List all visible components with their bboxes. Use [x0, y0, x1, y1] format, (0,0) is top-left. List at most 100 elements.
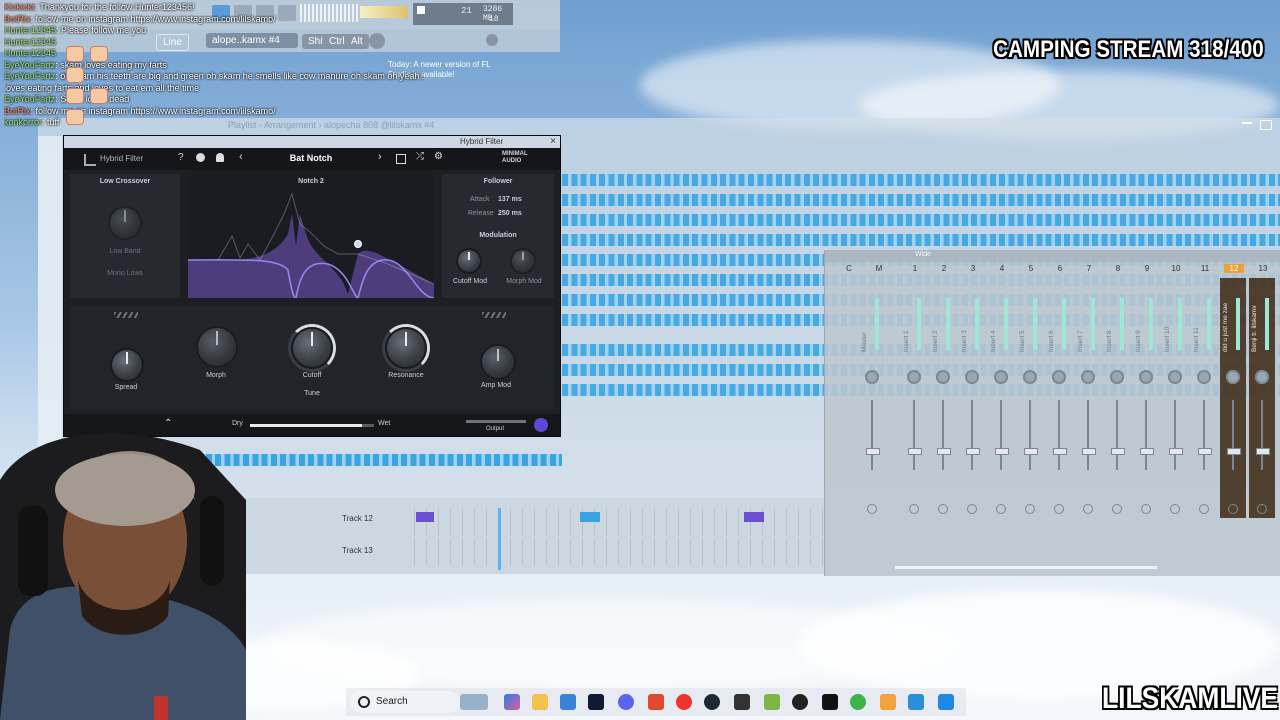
pan-knob[interactable]: [1052, 370, 1066, 384]
mixer-strip-name[interactable]: did u just me zae: [1222, 292, 1244, 352]
chat-username[interactable]: konkorror: [4, 117, 42, 127]
channel-number[interactable]: 3: [963, 264, 983, 273]
mixer-strip-name[interactable]: Insert 3: [961, 292, 983, 352]
channel-number[interactable]: 2: [934, 264, 954, 273]
mixer-header[interactable]: Wide: [825, 250, 1280, 262]
low-band-knob[interactable]: [110, 208, 140, 238]
pan-knob[interactable]: [1197, 370, 1211, 384]
fx-slot-icon[interactable]: [1257, 504, 1267, 514]
fader-handle[interactable]: [1053, 448, 1067, 455]
channel-number[interactable]: 6: [1050, 264, 1070, 273]
store-icon[interactable]: [560, 694, 576, 710]
audio-clip[interactable]: [580, 512, 600, 522]
pan-knob[interactable]: [965, 370, 979, 384]
volume-fader[interactable]: [1087, 400, 1089, 470]
volume-fader[interactable]: [1000, 400, 1002, 470]
playlist-close-icon[interactable]: [1260, 120, 1272, 130]
mixer-strip-name[interactable]: Insert 9: [1135, 292, 1157, 352]
fader-handle[interactable]: [908, 448, 922, 455]
fx-slot-icon[interactable]: [967, 504, 977, 514]
cutoff-knob[interactable]: [293, 329, 331, 367]
fader-handle[interactable]: [937, 448, 951, 455]
dry-wet-slider[interactable]: [250, 424, 374, 427]
pan-knob[interactable]: [1081, 370, 1095, 384]
app-icon[interactable]: [792, 694, 808, 710]
tune-label[interactable]: Tune: [284, 390, 340, 397]
output-slider[interactable]: [466, 420, 526, 423]
spread-knob[interactable]: [112, 350, 142, 380]
channel-number[interactable]: 12: [1224, 264, 1244, 273]
mixer-strip-name[interactable]: Insert 5: [1019, 292, 1041, 352]
fx-slot-icon[interactable]: [909, 504, 919, 514]
volume-fader[interactable]: [1116, 400, 1118, 470]
app-icon[interactable]: [734, 694, 750, 710]
volume-fader[interactable]: [1029, 400, 1031, 470]
chat-username[interactable]: EyeYouFartz: [4, 94, 55, 104]
news-close-icon[interactable]: [486, 34, 498, 46]
fx-slot-icon[interactable]: [1083, 504, 1093, 514]
app-icon[interactable]: [764, 694, 780, 710]
morph-mod-knob[interactable]: [512, 250, 534, 272]
channel-number[interactable]: 9: [1137, 264, 1157, 273]
settings-icon[interactable]: ⚙: [434, 151, 443, 162]
pan-knob[interactable]: [1023, 370, 1037, 384]
fader-handle[interactable]: [1169, 448, 1183, 455]
plugin-close-icon[interactable]: ×: [550, 136, 556, 147]
playlist-minimize-icon[interactable]: [1242, 122, 1252, 124]
channel-number[interactable]: 4: [992, 264, 1012, 273]
volume-fader[interactable]: [1174, 400, 1176, 470]
volume-fader[interactable]: [1145, 400, 1147, 470]
fx-slot-icon[interactable]: [1199, 504, 1209, 514]
filter-display[interactable]: Notch 2: [188, 174, 434, 298]
volume-fader[interactable]: [1261, 400, 1263, 470]
channel-number[interactable]: M: [869, 264, 889, 273]
mixer-strip[interactable]: Master: [859, 278, 885, 518]
mixer-strip-name[interactable]: Insert 11: [1193, 292, 1215, 352]
pan-knob[interactable]: [1110, 370, 1124, 384]
fx-slot-icon[interactable]: [867, 504, 877, 514]
volume-fader[interactable]: [971, 400, 973, 470]
plugin-window-header[interactable]: Hybrid Filter ×: [64, 136, 560, 148]
mixer-strip-name[interactable]: Insert 6: [1048, 292, 1070, 352]
fx-slot-icon[interactable]: [1112, 504, 1122, 514]
taskbar-search[interactable]: Search: [350, 691, 460, 713]
file-explorer-icon[interactable]: [532, 694, 548, 710]
steam-icon[interactable]: [704, 694, 720, 710]
mixer-strip[interactable]: Insert 7: [1075, 278, 1101, 518]
fader-handle[interactable]: [966, 448, 980, 455]
chat-username[interactable]: BotRix: [4, 106, 31, 116]
app-icon[interactable]: [938, 694, 954, 710]
copilot-icon[interactable]: [504, 694, 520, 710]
app-icon[interactable]: [850, 694, 866, 710]
chrome-icon[interactable]: [676, 694, 692, 710]
fx-slot-icon[interactable]: [996, 504, 1006, 514]
app-icon[interactable]: [908, 694, 924, 710]
release-value[interactable]: 250 ms: [498, 210, 522, 217]
mixer-strip-name[interactable]: Benji tr. lilskamx: [1251, 292, 1273, 352]
chat-username[interactable]: Kickickt: [4, 2, 35, 12]
cutoff-mod-knob[interactable]: [458, 250, 480, 272]
mixer-strip-name[interactable]: Insert 2: [932, 292, 954, 352]
mixer-strip-name[interactable]: Insert 8: [1106, 292, 1128, 352]
pan-knob[interactable]: [1255, 370, 1269, 384]
chat-username[interactable]: Hunter12345: [4, 25, 56, 35]
help-icon[interactable]: ?: [178, 152, 184, 163]
photoshop-icon[interactable]: [588, 694, 604, 710]
pan-knob[interactable]: [907, 370, 921, 384]
fx-slot-icon[interactable]: [938, 504, 948, 514]
fx-slot-icon[interactable]: [1025, 504, 1035, 514]
user-icon[interactable]: [196, 153, 205, 162]
channel-number[interactable]: 11: [1195, 264, 1215, 273]
fader-handle[interactable]: [995, 448, 1009, 455]
fader-handle[interactable]: [1227, 448, 1241, 455]
preset-name[interactable]: Bat Notch: [264, 153, 358, 163]
clip-row[interactable]: [562, 214, 1280, 226]
mixer-strip-name[interactable]: Master: [861, 292, 883, 352]
pan-knob[interactable]: [1226, 370, 1240, 384]
audio-clip[interactable]: [416, 512, 434, 522]
mixer-strip-name[interactable]: Insert 4: [990, 292, 1012, 352]
channel-number[interactable]: 13: [1253, 264, 1273, 273]
mixer-strip[interactable]: Insert 6: [1046, 278, 1072, 518]
chat-username[interactable]: Hunter12345: [4, 37, 56, 47]
channel-number[interactable]: 10: [1166, 264, 1186, 273]
